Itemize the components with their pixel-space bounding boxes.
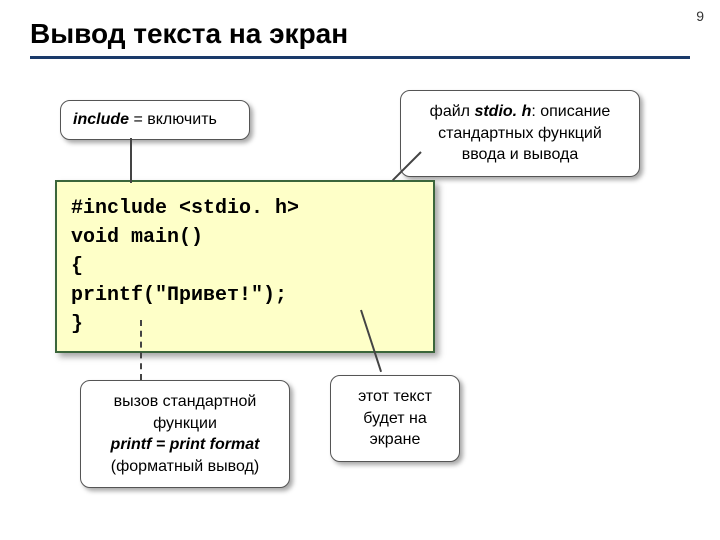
slide-number: 9 <box>696 8 704 24</box>
code-line-4: printf("Привет!"); <box>71 284 287 307</box>
code-line-3: { <box>71 255 83 278</box>
code-line-1: #include <stdio. h> <box>71 197 299 220</box>
callout-include: include = включить <box>60 100 250 140</box>
callout-screen: этот текстбудет наэкране <box>330 375 460 462</box>
code-line-2: void main() <box>71 226 203 249</box>
callout-printf: вызов стандартнойфункцииprintf = print f… <box>80 380 290 488</box>
code-line-5: } <box>71 313 83 336</box>
connector-printf <box>140 320 142 380</box>
page-title: Вывод текста на экран <box>30 18 690 50</box>
callout-stdio: файл stdio. h: описаниестандартных функц… <box>400 90 640 177</box>
code-block: #include <stdio. h> void main() { printf… <box>55 180 435 353</box>
connector-include <box>130 138 132 183</box>
title-underline <box>30 56 690 59</box>
